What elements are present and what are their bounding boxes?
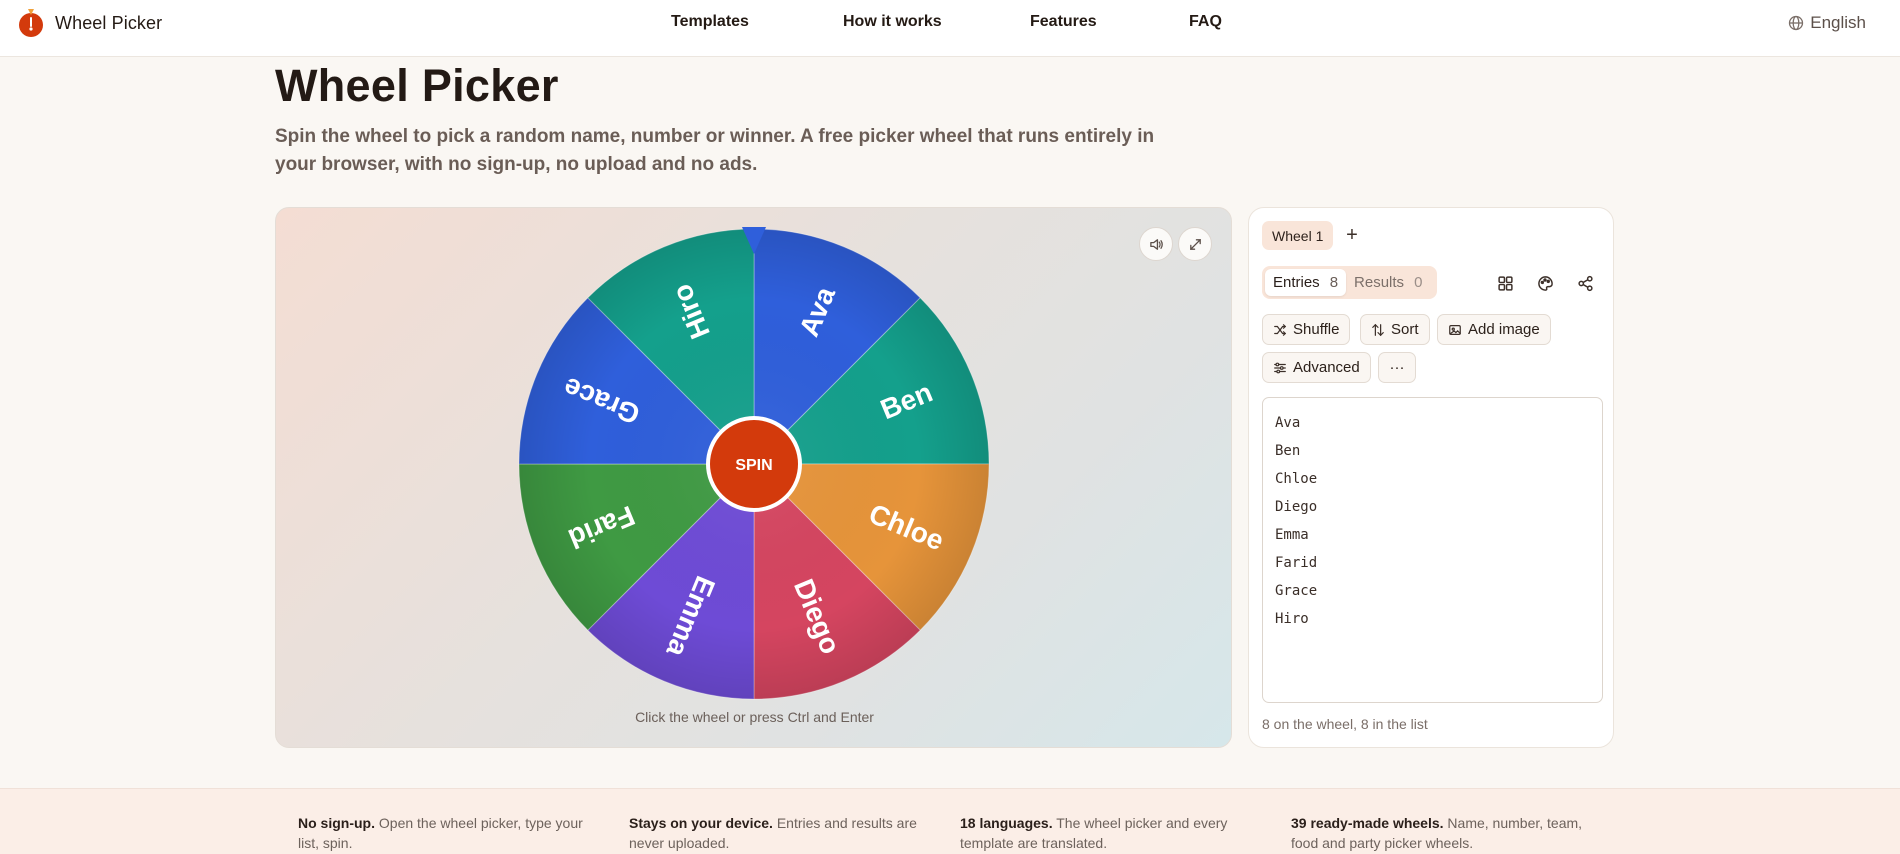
theme-button[interactable] bbox=[1533, 271, 1557, 295]
top-navigation-bar: Wheel Picker Templates How it works Feat… bbox=[0, 0, 1900, 57]
grid-icon bbox=[1497, 275, 1513, 291]
sort-icon bbox=[1372, 323, 1384, 336]
language-label: English bbox=[1810, 13, 1866, 32]
results-count: 0 bbox=[1414, 274, 1423, 291]
tab-wheel-1[interactable]: Wheel 1 bbox=[1262, 221, 1334, 250]
entry-line: Hiro bbox=[1275, 611, 1309, 627]
sound-toggle-button[interactable] bbox=[1139, 227, 1173, 261]
feature-item: 39 ready-made wheels. Name, number, team… bbox=[1291, 813, 1591, 853]
expand-icon bbox=[1189, 238, 1201, 250]
entry-line: Emma bbox=[1275, 527, 1309, 543]
shuffle-icon bbox=[1274, 323, 1287, 336]
wheel-panel: Ava Ben Chloe Diego Emma Farid Grace Hiro SPIN … bbox=[275, 207, 1232, 748]
more-options-button[interactable]: ··· bbox=[1378, 352, 1416, 383]
shuffle-label: Shuffle bbox=[1293, 321, 1340, 338]
spin-wheel[interactable]: AvaBenChloeDiegoEmmaFaridGraceHiro SPIN bbox=[276, 208, 1232, 748]
shuffle-button[interactable]: Shuffle bbox=[1262, 314, 1351, 345]
spin-hint: Click the wheel or press Ctrl and Enter bbox=[635, 709, 874, 725]
add-image-label: Add image bbox=[1468, 321, 1540, 338]
nav-link-how-it-works[interactable]: How it works bbox=[843, 13, 942, 31]
palette-icon bbox=[1537, 275, 1553, 291]
fullscreen-button[interactable] bbox=[1178, 227, 1212, 261]
entry-line: Farid bbox=[1275, 555, 1318, 571]
feature-title: Stays on your device. bbox=[629, 815, 773, 831]
entries-summary: 8 on the wheel, 8 in the list bbox=[1262, 716, 1428, 732]
page-title: Wheel Picker bbox=[275, 60, 559, 111]
advanced-label: Advanced bbox=[1293, 359, 1360, 376]
main-nav: Templates How it works Features FAQ bbox=[0, 13, 1900, 37]
nav-link-faq[interactable]: FAQ bbox=[1189, 13, 1222, 31]
share-icon bbox=[1577, 275, 1593, 291]
spin-button[interactable]: SPIN bbox=[706, 416, 802, 512]
spin-label: SPIN bbox=[735, 457, 772, 474]
tab-results[interactable]: Results 0 bbox=[1346, 269, 1430, 296]
results-label: Results bbox=[1354, 274, 1405, 291]
entry-line: Diego bbox=[1275, 499, 1318, 515]
page-description: Spin the wheel to pick a random name, nu… bbox=[275, 126, 1155, 175]
nav-link-features[interactable]: Features bbox=[1030, 13, 1097, 31]
tab-entries[interactable]: Entries 8 bbox=[1265, 269, 1347, 296]
share-button[interactable] bbox=[1573, 271, 1597, 295]
sort-button[interactable]: Sort bbox=[1360, 314, 1430, 345]
image-icon bbox=[1449, 324, 1461, 335]
entries-sidebar: Wheel 1 + Entries 8 Results 0 Shuffle So… bbox=[1248, 207, 1614, 748]
grid-view-button[interactable] bbox=[1493, 271, 1517, 295]
entries-textarea[interactable]: Ava Ben Chloe Diego Emma Farid Grace Hir… bbox=[1262, 397, 1603, 703]
entry-line: Ava bbox=[1275, 415, 1301, 431]
sliders-icon bbox=[1274, 362, 1286, 373]
entries-results-toggle: Entries 8 Results 0 bbox=[1262, 266, 1437, 299]
entry-line: Ben bbox=[1275, 443, 1301, 459]
feature-item: 18 languages. The wheel picker and every… bbox=[960, 813, 1260, 853]
speaker-icon bbox=[1149, 238, 1163, 250]
entry-line: Chloe bbox=[1275, 471, 1318, 487]
globe-icon bbox=[1789, 15, 1804, 31]
feature-title: No sign-up. bbox=[298, 815, 375, 831]
sort-label: Sort bbox=[1391, 321, 1419, 338]
feature-item: No sign-up. Open the wheel picker, type … bbox=[298, 813, 598, 853]
entries-count: 8 bbox=[1329, 274, 1339, 291]
add-image-button[interactable]: Add image bbox=[1437, 314, 1551, 345]
entries-label: Entries bbox=[1273, 274, 1320, 291]
entry-line: Grace bbox=[1275, 583, 1318, 599]
add-wheel-button[interactable]: + bbox=[1339, 222, 1365, 248]
features-strip: No sign-up. Open the wheel picker, type … bbox=[0, 788, 1900, 854]
feature-title: 39 ready-made wheels. bbox=[1291, 815, 1444, 831]
language-selector[interactable]: English bbox=[1788, 13, 1866, 33]
advanced-button[interactable]: Advanced bbox=[1262, 352, 1371, 383]
nav-link-templates[interactable]: Templates bbox=[671, 13, 749, 31]
feature-item: Stays on your device. Entries and result… bbox=[629, 813, 929, 853]
feature-title: 18 languages. bbox=[960, 815, 1053, 831]
